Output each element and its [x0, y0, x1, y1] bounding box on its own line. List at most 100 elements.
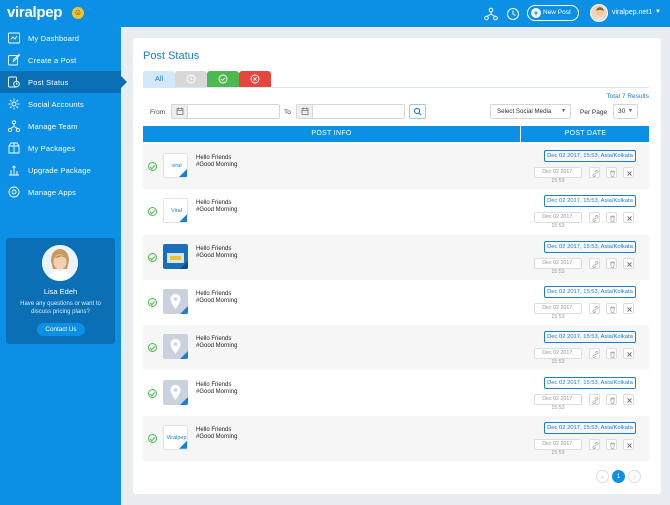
user-avatar[interactable]: [590, 4, 608, 22]
badge-icon: ☺: [72, 7, 84, 19]
sidebar-item-social-accounts[interactable]: Social Accounts: [0, 93, 121, 115]
contact-us-button[interactable]: Contact Us: [37, 323, 85, 336]
cancel-post-button[interactable]: [623, 348, 634, 360]
search-button[interactable]: [409, 104, 426, 119]
social-accounts-icon: [8, 98, 20, 110]
post-thumbnail[interactable]: [163, 243, 188, 269]
post-thumbnail[interactable]: viral: [163, 153, 188, 178]
delete-button[interactable]: [606, 212, 617, 224]
app-logo[interactable]: viralpep: [7, 4, 62, 21]
top-bar: viralpep ☺ + New Post viralpep.net1 ▼: [0, 0, 670, 27]
table-row[interactable]: Hello Friends #Good Morning Dec 02 2017, 1…: [143, 325, 649, 371]
post-thumbnail[interactable]: [163, 379, 188, 405]
team-network-icon[interactable]: [484, 7, 498, 21]
table-row[interactable]: Hello Friends #Good Morning Dec 02 2017, 1…: [143, 371, 649, 416]
link-button[interactable]: [589, 438, 600, 450]
cancel-post-button[interactable]: [623, 212, 634, 224]
sidebar-item-dashboard[interactable]: My Dashboard: [0, 27, 121, 49]
sidebar-item-manage-team[interactable]: Manage Team: [0, 115, 121, 137]
delete-button[interactable]: [606, 393, 617, 405]
link-icon: [592, 215, 599, 223]
search-icon: [413, 107, 422, 116]
status-success-icon: [148, 252, 157, 262]
table-row[interactable]: Viral Hello Friends #Good Morning Dec 02 20…: [143, 189, 649, 234]
thumb-label: Viral: [171, 208, 182, 215]
sidebar-item-manage-apps[interactable]: Manage Apps: [0, 181, 121, 203]
cancel-post-button[interactable]: [623, 257, 634, 269]
table-row[interactable]: Hello Friends #Good Morning Dec 02 2017, 1…: [143, 234, 649, 280]
link-button[interactable]: [589, 212, 600, 224]
cancel-post-button[interactable]: [623, 438, 634, 450]
post-hashtag-line: #Good Morning: [196, 207, 238, 214]
link-button[interactable]: [589, 348, 600, 360]
user-name[interactable]: viralpep.net1: [612, 9, 652, 16]
post-thumbnail[interactable]: [163, 288, 188, 314]
cancel-post-button[interactable]: [623, 393, 634, 405]
reschedule-date-field[interactable]: Dec 02 2017, 15:53: [534, 167, 582, 184]
table-row[interactable]: viral Hello Friends #Good Morning Dec 02 20…: [143, 144, 649, 189]
link-button[interactable]: [589, 257, 600, 269]
tab-all[interactable]: All: [143, 71, 175, 87]
team-icon: [8, 120, 20, 132]
delete-button[interactable]: [606, 167, 617, 178]
pagination-prev[interactable]: ‹: [596, 470, 609, 483]
link-icon: [592, 441, 599, 449]
page-title: Post Status: [143, 50, 200, 62]
chevron-down-icon: ▼: [561, 108, 566, 114]
tab-scheduled[interactable]: [175, 71, 207, 87]
column-header-post-info: POST INFO: [143, 126, 521, 142]
delete-button[interactable]: [606, 302, 617, 314]
tab-success[interactable]: [207, 71, 239, 87]
sidebar-item-my-packages[interactable]: My Packages: [0, 137, 121, 159]
trash-icon: [610, 351, 615, 358]
table-row[interactable]: Viralpep Hello Friends #Good Morning Dec 02…: [143, 415, 649, 461]
delete-button[interactable]: [606, 257, 617, 269]
post-thumbnail[interactable]: [163, 334, 188, 360]
reschedule-date-field[interactable]: Dec 02 2017, 15:53: [534, 393, 582, 411]
tab-failed[interactable]: [239, 71, 271, 87]
post-hashtag-line: #Good Morning: [196, 297, 238, 304]
sidebar-item-post-status[interactable]: Post Status: [0, 71, 127, 93]
sidebar-item-create-post[interactable]: Create a Post: [0, 49, 121, 71]
post-hashtag-line: #Good Morning: [196, 343, 238, 350]
post-date-badge: Dec 02 2017, 15:53, Asia/Kolkata: [544, 331, 636, 344]
reschedule-date-field[interactable]: Dec 02 2017, 15:53: [534, 302, 582, 320]
post-thumbnail[interactable]: Viralpep: [163, 424, 188, 450]
post-thumbnail[interactable]: Viral: [163, 198, 188, 224]
pagination-page-1[interactable]: 1: [612, 470, 625, 483]
post-text-line: Hello Friends: [196, 290, 232, 297]
pagination-next[interactable]: ›: [628, 470, 641, 483]
post-text-line: Hello Friends: [196, 381, 232, 388]
cancel-post-button[interactable]: [623, 167, 634, 178]
reschedule-date-field[interactable]: Dec 02 2017, 15:53: [534, 438, 582, 456]
cancel-post-button[interactable]: [623, 302, 634, 314]
upgrade-icon: [9, 165, 19, 176]
delete-button[interactable]: [606, 348, 617, 360]
reschedule-date-field[interactable]: Dec 02 2017, 15:53: [534, 212, 582, 229]
trash-icon: [610, 170, 615, 177]
tab-divider: [143, 87, 649, 88]
check-circle-icon: [218, 74, 228, 84]
per-page-select[interactable]: 30 ▼: [613, 104, 638, 119]
link-button[interactable]: [589, 393, 600, 405]
calendar-icon: [301, 107, 309, 115]
post-status-panel: Post Status All Total 7 Results From To …: [133, 38, 661, 494]
social-media-select[interactable]: Select Social Media ▼: [490, 104, 571, 119]
sidebar-item-label: Upgrade Package: [28, 166, 92, 175]
chevron-down-icon[interactable]: ▼: [655, 9, 661, 15]
link-button[interactable]: [589, 302, 600, 314]
from-date-input[interactable]: [171, 104, 280, 119]
to-date-input[interactable]: [296, 104, 405, 119]
social-media-select-value: Select Social Media: [497, 108, 552, 115]
table-row[interactable]: Hello Friends #Good Morning Dec 02 2017, 1…: [143, 280, 649, 325]
reschedule-date-field[interactable]: Dec 02 2017, 15:53: [534, 348, 582, 365]
new-post-button[interactable]: + New Post: [527, 5, 579, 21]
sidebar: My Dashboard Create a Post Post Status S…: [0, 27, 127, 505]
post-hashtag-line: #Good Morning: [196, 162, 238, 168]
clock-icon[interactable]: [506, 7, 520, 21]
delete-button[interactable]: [606, 438, 617, 450]
reschedule-date-field[interactable]: Dec 02 2017, 15:53: [534, 257, 582, 275]
sidebar-item-upgrade-package[interactable]: Upgrade Package: [0, 159, 121, 181]
link-button[interactable]: [589, 167, 600, 178]
trash-icon: [610, 397, 615, 404]
